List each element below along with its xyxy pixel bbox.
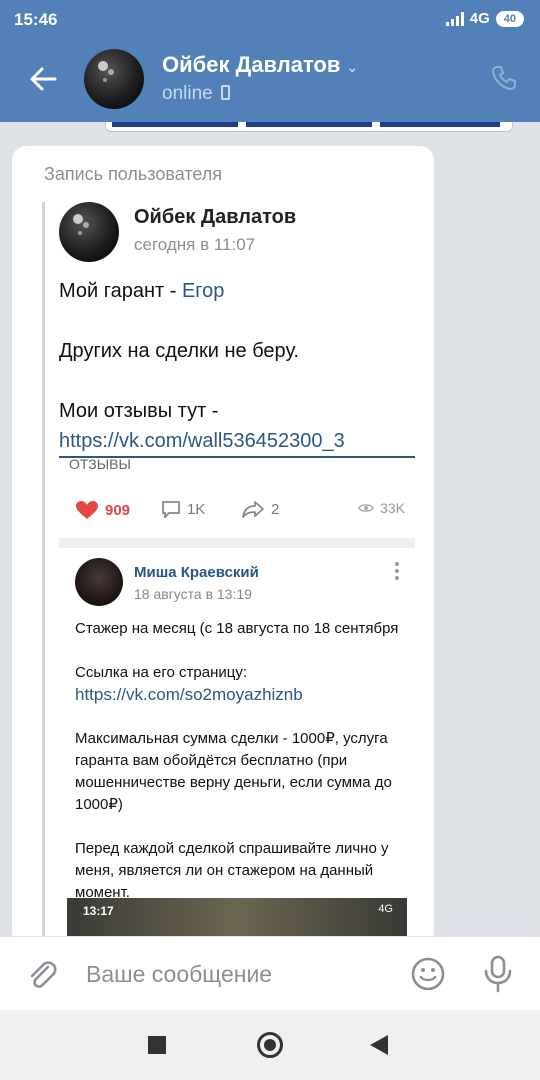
status-indicators: 4G 40 xyxy=(445,10,524,27)
battery-icon: 40 xyxy=(495,10,524,27)
post-line-1: Мой гарант - xyxy=(59,280,182,302)
signal-icon xyxy=(445,11,464,26)
comment-author-avatar xyxy=(75,558,123,606)
inner-network: 4G xyxy=(378,903,393,915)
shares-stat: 2 xyxy=(241,500,279,518)
eye-icon xyxy=(358,504,374,512)
post-author-name[interactable]: Ойбек Давлатов xyxy=(134,206,296,229)
emoji-icon[interactable] xyxy=(410,956,446,992)
home-button[interactable] xyxy=(257,1032,283,1058)
comment-date: 18 августа в 13:19 xyxy=(134,586,252,602)
likes-stat: 909 xyxy=(75,500,130,520)
chat-title-text: Ойбек Давлатов xyxy=(162,52,341,77)
views-stat: 33K xyxy=(358,500,405,516)
back-arrow-icon[interactable] xyxy=(28,64,58,94)
guarantor-link[interactable]: Егор xyxy=(182,280,224,302)
message-bubble[interactable]: Запись пользователя Ойбек Давлатов сегод… xyxy=(12,146,434,962)
quote-divider xyxy=(42,202,45,962)
network-type: 4G xyxy=(469,10,490,27)
comments-count: 1K xyxy=(187,500,206,518)
comment-line-3: Максимальная сумма сделки - 1000₽, услуг… xyxy=(75,730,392,813)
comment-line-2: Ссылка на его страницу: xyxy=(75,664,248,681)
status-time: 15:46 xyxy=(14,10,58,29)
reviews-link[interactable]: https://vk.com/wall536452300_3 xyxy=(59,426,419,456)
divider xyxy=(59,538,415,548)
heart-icon xyxy=(76,501,98,519)
comment-text: Стажер на месяц (с 18 августа по 18 сент… xyxy=(75,618,405,926)
avatar[interactable] xyxy=(84,49,144,109)
message-composer: Ваше сообщение xyxy=(0,936,540,1010)
system-nav-bar xyxy=(0,1010,540,1080)
microphone-icon[interactable] xyxy=(482,955,514,993)
screenshot-cut-text: ОТЗЫВЫ xyxy=(69,456,131,472)
attach-icon[interactable] xyxy=(24,957,60,993)
comments-stat: 1K xyxy=(161,500,205,518)
post-stats: 909 1K 2 33K xyxy=(75,500,405,524)
recents-button[interactable] xyxy=(148,1036,166,1054)
chat-subtitle: online xyxy=(162,83,230,105)
inner-time: 13:17 xyxy=(83,904,114,918)
views-count: 33K xyxy=(380,500,405,516)
back-button[interactable] xyxy=(370,1035,388,1055)
app-header: 15:46 4G 40 Ойбек Давлатов ⌄ online xyxy=(0,0,540,122)
comment-link: https://vk.com/so2moyazhiznb xyxy=(75,685,303,704)
phone-call-icon[interactable] xyxy=(490,64,518,92)
comment-author-name: Миша Краевский xyxy=(134,564,259,581)
shares-count: 2 xyxy=(271,500,280,518)
comment-line-4: Перед каждой сделкой спрашивайте лично у… xyxy=(75,840,389,901)
screenshot-top-edge: ОТЗЫВЫ xyxy=(59,456,415,472)
post-line-3: Мои отзывы тут - xyxy=(59,400,219,422)
comment-icon xyxy=(162,501,180,518)
mobile-device-icon xyxy=(220,85,230,100)
chevron-down-icon: ⌄ xyxy=(346,59,359,75)
chat-title[interactable]: Ойбек Давлатов ⌄ xyxy=(162,52,358,78)
comment-line-1: Стажер на месяц (с 18 августа по 18 сент… xyxy=(75,620,399,637)
post-text: Мой гарант - Егор Других на сделки не бе… xyxy=(59,276,419,456)
status-bar: 15:46 4G 40 xyxy=(0,0,540,38)
message-input[interactable]: Ваше сообщение xyxy=(86,961,272,988)
share-icon xyxy=(242,501,264,518)
previous-message-image[interactable] xyxy=(105,122,513,132)
post-author-avatar[interactable] xyxy=(59,202,119,262)
post-date: сегодня в 11:07 xyxy=(134,235,256,254)
attached-screenshot[interactable]: ОТЗЫВЫ 909 1K 2 33K Миша Краевский 18 ав… xyxy=(59,456,415,946)
post-line-2: Других на сделки не беру. xyxy=(59,340,299,362)
repost-label: Запись пользователя xyxy=(44,164,223,184)
likes-count: 909 xyxy=(105,501,131,519)
online-status: online xyxy=(162,83,213,104)
more-icon xyxy=(395,562,399,580)
